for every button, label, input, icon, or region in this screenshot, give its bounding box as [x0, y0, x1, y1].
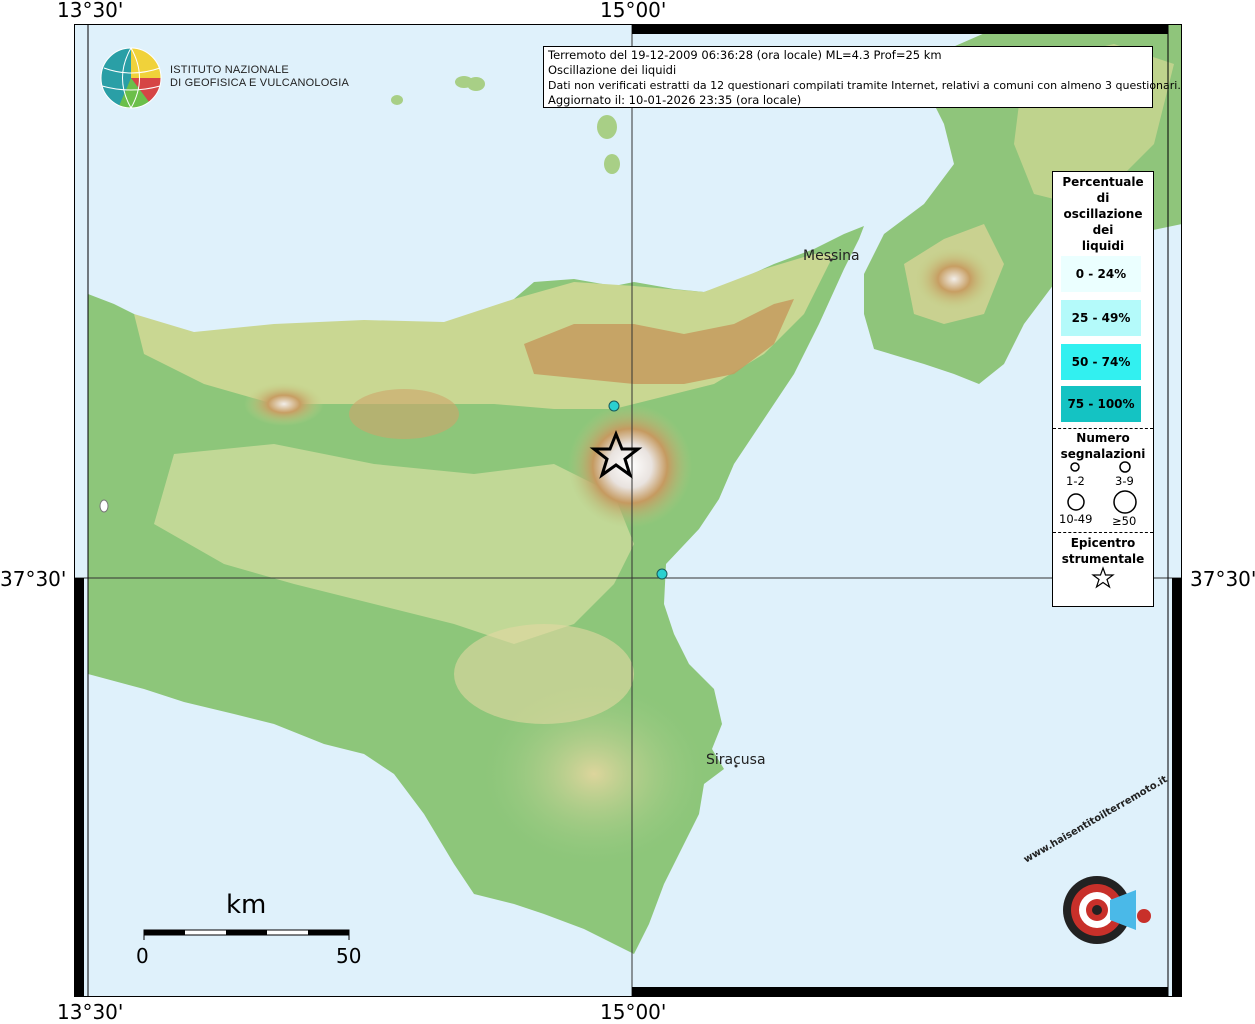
madonie-peaks	[244, 382, 324, 426]
legend-range-1-label: 25 - 49%	[1071, 311, 1131, 325]
erei-hills	[454, 624, 634, 724]
legend-epicenter-title: Epicentro strumentale	[1061, 536, 1145, 566]
city-label-siracusa: Siracusa	[706, 752, 766, 768]
scale-min: 0	[136, 944, 149, 968]
frame-bar-right	[1172, 578, 1181, 996]
legend-separator-1	[1053, 428, 1153, 429]
legend-count-title: Numero segnalazioni	[1060, 431, 1146, 461]
frame-bar-top	[632, 25, 1168, 34]
coord-bottom-left: 13°30'	[57, 1000, 124, 1024]
map-frame[interactable]: ISTITUTO NAZIONALE DI GEOFISICA E VULCAN…	[74, 24, 1182, 997]
obs-marker-catania[interactable]	[656, 568, 668, 580]
frame-bar-left	[75, 578, 84, 996]
circle-size-2	[1119, 461, 1131, 473]
island-vulcano	[604, 154, 620, 174]
circle-size-1	[1070, 462, 1080, 472]
circle-size-3	[1067, 493, 1085, 511]
legend-count-2: 3-9	[1115, 474, 1134, 488]
coord-left-mid: 37°30'	[0, 567, 67, 591]
legend-range-2: 50 - 74%	[1061, 344, 1141, 380]
legend-range-3-label: 75 - 100%	[1067, 397, 1135, 411]
scale-unit: km	[226, 890, 267, 920]
frame-bar-bottom	[632, 987, 1168, 996]
info-line-3: Dati non verificati estratti da 12 quest…	[548, 79, 1181, 92]
legend-range-3: 75 - 100%	[1061, 386, 1141, 422]
nebrodi-peaks	[349, 389, 459, 439]
circle-size-4	[1113, 490, 1137, 514]
legend-title: Percentuale di oscillazione dei liquidi	[1062, 175, 1144, 253]
scale-max: 50	[336, 944, 362, 968]
island-salina	[467, 77, 485, 91]
lake	[99, 499, 109, 513]
info-line-2: Oscillazione dei liquidi	[548, 63, 677, 77]
etna-volcano	[568, 404, 692, 528]
institute-line2: DI GEOFISICA E VULCANOLOGIA	[170, 77, 349, 89]
island-filicudi	[391, 95, 403, 105]
legend-range-0-label: 0 - 24%	[1075, 267, 1127, 281]
ingv-logo-icon	[100, 47, 162, 109]
obs-marker-bronte[interactable]	[608, 400, 620, 412]
legend-panel: Percentuale di oscillazione dei liquidi …	[1052, 171, 1154, 607]
legend-range-1: 25 - 49%	[1061, 300, 1141, 336]
info-line-4: Aggiornato il: 10-01-2026 23:35 (ora loc…	[548, 93, 802, 107]
legend-count-1: 1-2	[1066, 474, 1085, 488]
legend-count-3: 10-49	[1059, 512, 1093, 526]
legend-range-0: 0 - 24%	[1061, 256, 1141, 292]
legend-star-icon	[1091, 566, 1115, 589]
institute-line1: ISTITUTO NAZIONALE	[170, 64, 289, 76]
city-label-messina: Messina	[803, 248, 860, 264]
earthquake-info-box: Terremoto del 19-12-2009 06:36:28 (ora l…	[543, 46, 1181, 108]
coord-bottom-mid: 15°00'	[600, 1000, 667, 1024]
map-canvas[interactable]	[74, 24, 1182, 997]
coord-top-left: 13°30'	[57, 0, 124, 22]
coord-right-mid: 37°30'	[1190, 567, 1255, 591]
aspromonte-peak	[914, 247, 994, 311]
coord-top-mid: 15°00'	[600, 0, 667, 22]
institute-name: ISTITUTO NAZIONALE DI GEOFISICA E VULCAN…	[170, 64, 349, 90]
island-lipari	[597, 115, 617, 139]
info-line-1: Terremoto del 19-12-2009 06:36:28 (ora l…	[548, 48, 942, 62]
legend-range-2-label: 50 - 74%	[1071, 355, 1131, 369]
legend-separator-2	[1053, 532, 1153, 533]
legend-count-4: ≥50	[1112, 514, 1137, 528]
